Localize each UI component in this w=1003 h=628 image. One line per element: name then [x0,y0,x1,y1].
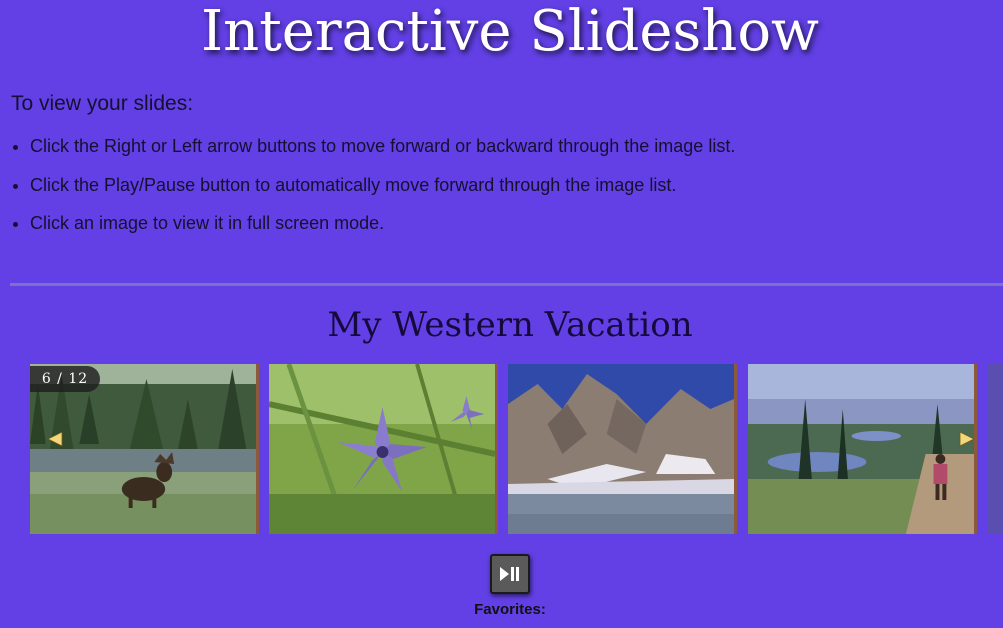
instruction-item: Click the Right or Left arrow buttons to… [30,134,735,173]
previous-slide-button[interactable] [45,429,65,449]
mountain-photo [508,364,734,534]
play-pause-icon [500,567,519,581]
slide-image-hiker[interactable] [748,364,977,534]
section-divider [10,283,1003,286]
hiker-photo [748,364,974,534]
instruction-item: Click the Play/Pause button to automatic… [30,173,735,212]
triangle-left-icon [47,431,63,447]
slide-counter: 6 / 12 [30,366,100,392]
image-carousel [30,364,1003,534]
partial-photo [987,364,1003,534]
instruction-item: Click an image to view it in full screen… [30,211,735,250]
instructions-list: Click the Right or Left arrow buttons to… [11,134,735,250]
slide-image-mountain[interactable] [508,364,737,534]
slide-image-flower[interactable] [269,364,498,534]
gallery-title: My Western Vacation [327,305,693,345]
favorites-label: Favorites: [474,601,546,618]
page-title: Interactive Slideshow [201,0,819,64]
slide-image-partial[interactable] [987,364,1003,534]
play-pause-button[interactable] [490,554,530,594]
triangle-right-icon [959,431,975,447]
slide-counter-separator: / [51,371,69,387]
slide-counter-total: 12 [68,371,89,387]
instructions-heading: To view your slides: [11,92,194,115]
next-slide-button[interactable] [957,429,977,449]
flower-photo [269,364,495,534]
slide-counter-current: 6 [41,371,52,387]
